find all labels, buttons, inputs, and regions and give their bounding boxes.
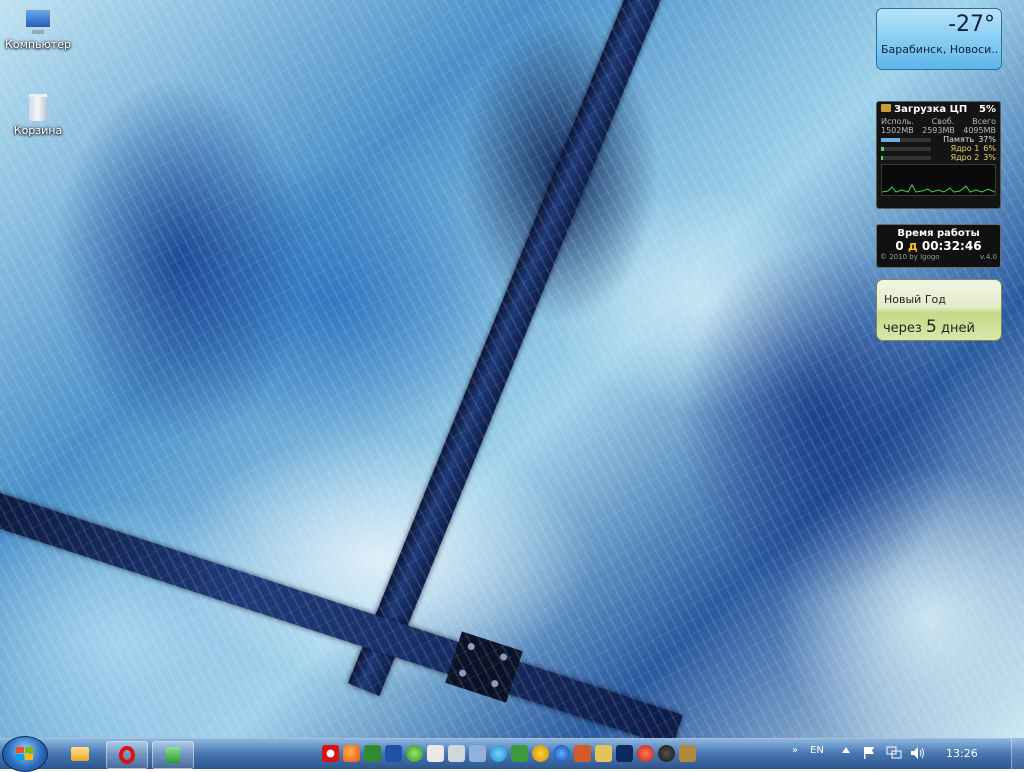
desktop-icon-label: Компьютер [5, 38, 71, 51]
memory-bar [881, 137, 931, 142]
wallpaper-beam-horizontal [0, 480, 683, 738]
bolt-icon [466, 642, 476, 651]
language-indicator[interactable]: EN [810, 745, 824, 756]
gallery-icon[interactable] [574, 745, 591, 762]
taskbar-gadget-app-button[interactable] [152, 741, 194, 769]
memory-headers: Исполь. Своб. Всего [881, 117, 996, 126]
core2-bar [881, 155, 931, 160]
cpu-meter-gadget[interactable]: Загрузка ЦП 5% Исполь. Своб. Всего 1502MB 2… [876, 101, 1001, 209]
show-desktop-button[interactable] [1011, 739, 1024, 769]
puzzle-icon[interactable] [511, 745, 528, 762]
desktop-icon-label: Корзина [13, 124, 63, 137]
start-button[interactable] [2, 736, 48, 772]
firefox-icon[interactable] [343, 745, 360, 762]
save-icon[interactable] [385, 745, 402, 762]
uptime-value: 0 д 00:32:46 [895, 239, 982, 253]
volume-icon[interactable] [910, 746, 924, 760]
archive-icon[interactable] [679, 745, 696, 762]
gmail-icon[interactable] [427, 745, 444, 762]
quick-launch-overflow-chevron[interactable]: » [792, 745, 798, 756]
aimp-icon[interactable] [532, 745, 549, 762]
quick-launch-bar [322, 745, 696, 762]
bolt-icon [499, 652, 508, 662]
folder-icon[interactable] [595, 745, 612, 762]
opera-icon[interactable] [322, 745, 339, 762]
weather-city: Барабинск, Новоси... [881, 43, 999, 56]
taskbar-opera-button[interactable] [106, 741, 148, 769]
explorer-icon [71, 747, 89, 761]
bolt-icon [458, 668, 467, 678]
windows-logo-icon [16, 747, 34, 761]
cpu-chip-icon [881, 104, 891, 112]
wallpaper-beam-vertical [347, 0, 672, 696]
show-hidden-icon[interactable] [842, 747, 850, 753]
uptime-gadget[interactable]: Время работы 0 д 00:32:46 © 2010 by Igog… [876, 224, 1001, 268]
storm-icon[interactable] [553, 745, 570, 762]
uptime-title: Время работы [897, 228, 980, 239]
desktop-icon-computer[interactable]: Компьютер [0, 8, 76, 51]
notepadplusplus-icon[interactable] [364, 745, 381, 762]
gadget-app-icon [166, 747, 180, 763]
uptime-footer: © 2010 by Igogo v.4.0 [880, 253, 997, 261]
cpu-percent: 5% [979, 104, 996, 115]
weather-temperature: -27° [948, 12, 995, 37]
memory-usage-row: Память 37% [877, 135, 1000, 144]
photoshop-icon[interactable] [616, 745, 633, 762]
cpu-title: Загрузка ЦП [881, 104, 967, 115]
bolt-icon [490, 679, 500, 689]
taskbar-explorer-button[interactable] [60, 741, 100, 767]
network-tray-icon[interactable] [886, 746, 902, 760]
wallpaper-bolt-plate [445, 631, 523, 703]
taskbar: » EN 13:26 [0, 736, 1024, 772]
desktop-icon-recycle-bin[interactable]: Корзина [0, 94, 76, 137]
taskbar-clock[interactable]: 13:26 [946, 747, 978, 760]
recycle-bin-icon [24, 94, 52, 122]
memory-values: 1502MB 2593MB 4095MB [881, 126, 996, 135]
core1-usage-row: Ядро 1 6% [877, 144, 1000, 153]
countdown-value: через 5 дней [883, 317, 975, 337]
opera-icon [119, 746, 135, 764]
steam-icon[interactable] [658, 745, 675, 762]
computer-icon [24, 8, 52, 36]
flag-icon[interactable] [862, 746, 876, 760]
skype-icon[interactable] [490, 745, 507, 762]
core2-usage-row: Ядро 2 3% [877, 153, 1000, 162]
photo-icon[interactable] [469, 745, 486, 762]
network-icon[interactable] [448, 745, 465, 762]
cpu-history-graph [881, 164, 996, 196]
core1-bar [881, 146, 931, 151]
desktop-wallpaper [0, 0, 1024, 738]
media-player-icon[interactable] [406, 745, 423, 762]
new-year-countdown-gadget[interactable]: Новый Год через 5 дней [876, 279, 1002, 341]
red-app-icon[interactable] [637, 745, 654, 762]
weather-gadget[interactable]: -27° Барабинск, Новоси... [876, 8, 1002, 70]
countdown-title: Новый Год [884, 293, 946, 306]
